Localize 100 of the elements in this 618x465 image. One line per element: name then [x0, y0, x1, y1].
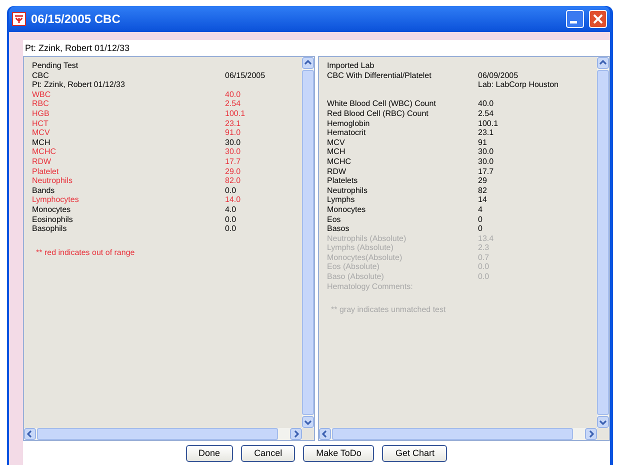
test-value: 30.0 [478, 147, 495, 157]
dialog-button[interactable]: Done [186, 444, 234, 462]
test-value: 0.0 [478, 272, 490, 282]
test-name: Monocytes(Absolute) [327, 252, 404, 262]
test-value: 40.0 [478, 99, 495, 109]
header-label: Pt: Zzink, Robert 01/12/33 [32, 80, 126, 90]
test-value: 4 [478, 204, 484, 214]
test-name: White Blood Cell (WBC) Count [327, 99, 437, 109]
test-name: MCH [32, 138, 52, 148]
test-name: Platelet [32, 166, 60, 176]
test-value: 17.7 [478, 166, 495, 176]
test-value: 0.0 [478, 262, 490, 272]
test-value: 30.0 [478, 156, 495, 167]
chevron-down-icon[interactable] [302, 416, 314, 428]
legend-note: ** gray indicates unmatched test [330, 305, 447, 315]
test-value: 91 [478, 138, 488, 148]
test-value: 100.1 [478, 118, 500, 128]
test-name: Platelets [327, 176, 359, 186]
close-icon[interactable] [589, 10, 607, 28]
test-value: 82.0 [225, 176, 242, 186]
test-value: 100.1 [225, 108, 246, 119]
test-name: Baso (Absolute) [327, 272, 385, 282]
test-value: 0 [478, 214, 484, 224]
patient-label: Pt: Zzink, Robert 01/12/33 [24, 42, 131, 55]
test-value: 0.7 [478, 252, 490, 262]
dialog-button[interactable]: Cancel [241, 444, 296, 462]
test-value: 29.0 [225, 166, 242, 176]
test-value: 4.0 [225, 204, 238, 214]
app-icon [12, 12, 26, 26]
test-name: Eosinophils [32, 214, 74, 224]
chevron-left-icon[interactable] [319, 428, 331, 440]
test-value: 13.4 [478, 234, 495, 244]
test-value: 40.0 [225, 90, 242, 100]
vertical-scrollbar[interactable] [597, 57, 609, 428]
window-title: 06/15/2005 CBC [31, 12, 120, 26]
test-name: Neutrophils [327, 186, 368, 196]
test-name: RDW [32, 156, 52, 167]
test-name: MCHC [32, 147, 57, 157]
test-name: Bands [32, 186, 56, 196]
test-value: 0.0 [225, 186, 238, 196]
test-value: 0.0 [225, 224, 238, 234]
test-name: Eos (Absolute) [327, 262, 380, 272]
test-name: Basophils [32, 224, 68, 234]
test-name: Monocytes [327, 204, 367, 214]
test-name: Neutrophils [32, 176, 74, 186]
test-name: Neutrophils (Absolute) [327, 234, 408, 244]
test-name: Hematocrit [327, 128, 367, 138]
header-label: Imported Lab [327, 61, 376, 71]
dialog-button[interactable]: Get Chart [382, 444, 448, 462]
test-value: 2.54 [478, 108, 495, 119]
test-name: MCH [327, 147, 346, 157]
minimize-icon[interactable] [566, 10, 584, 28]
test-name: Lymphs [327, 195, 356, 205]
test-name: WBC [32, 90, 52, 100]
test-value: 30.0 [225, 138, 242, 148]
test-name: HGB [32, 108, 50, 119]
test-value: 0.0 [225, 214, 238, 224]
chevron-up-icon[interactable] [597, 57, 609, 69]
test-value: 30.0 [225, 147, 242, 157]
test-value: 23.1 [478, 128, 495, 138]
test-value: 14.0 [225, 195, 242, 205]
header-value: 06/09/2005 [478, 70, 520, 80]
test-name: Basos [327, 224, 350, 234]
chevron-right-icon[interactable] [290, 428, 302, 440]
test-name: MCV [32, 128, 51, 138]
horizontal-scrollbar[interactable] [319, 428, 597, 440]
test-name: Hemoglobin [327, 118, 371, 128]
header-label: CBC [32, 70, 50, 80]
test-value: 14 [478, 195, 488, 205]
header-value: 06/15/2005 [225, 70, 266, 80]
header-label: Pending Test [32, 61, 80, 71]
test-name: RBC [32, 99, 50, 109]
chevron-down-icon[interactable] [597, 416, 609, 428]
test-name: Eos [327, 214, 342, 224]
test-value: 91.0 [225, 128, 242, 138]
test-name: Red Blood Cell (RBC) Count [327, 108, 430, 119]
chevron-left-icon[interactable] [24, 428, 36, 440]
header-value: Lab: LabCorp Houston [478, 80, 560, 90]
chevron-right-icon[interactable] [585, 428, 597, 440]
test-value: 2.3 [478, 243, 490, 253]
chevron-up-icon[interactable] [302, 57, 314, 69]
test-value: 0 [478, 224, 484, 234]
test-value: 23.1 [225, 118, 242, 128]
test-value: 2.54 [225, 99, 242, 109]
vertical-scrollbar[interactable] [302, 57, 314, 428]
test-value: 82 [478, 186, 488, 196]
test-value: 17.7 [225, 156, 242, 167]
test-name: MCHC [327, 156, 352, 167]
test-name: Hematology Comments: [327, 282, 414, 292]
test-name: Lymphs (Absolute) [327, 243, 394, 253]
test-name: Lymphocytes [32, 195, 80, 205]
test-name: Monocytes [32, 204, 72, 214]
header-label: CBC With Differential/Platelet [327, 70, 432, 80]
test-name: HCT [32, 118, 50, 128]
test-value: 29 [478, 176, 488, 186]
horizontal-scrollbar[interactable] [24, 428, 302, 440]
test-name: RDW [327, 166, 348, 176]
legend-note: ** red indicates out of range [35, 248, 136, 258]
dialog-button[interactable]: Make ToDo [303, 444, 374, 462]
test-name: MCV [327, 138, 346, 148]
